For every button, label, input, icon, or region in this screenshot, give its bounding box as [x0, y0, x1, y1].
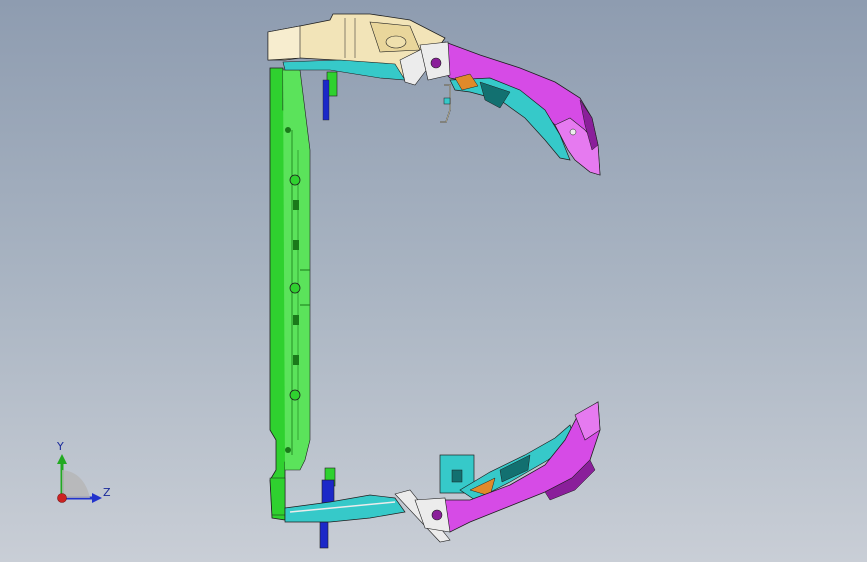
top-blue-tab[interactable]: [322, 79, 330, 121]
triad-y-label: Y: [56, 440, 64, 453]
triad-x-axis: [57, 493, 67, 503]
bottom-green-foot[interactable]: [269, 477, 286, 516]
graphics-viewport[interactable]: Y Z: [0, 0, 867, 562]
triad-plane-shade: [62, 470, 90, 498]
orientation-triad: Y Z: [56, 440, 111, 503]
green-frame-rail[interactable]: [269, 67, 338, 521]
triad-z-label: Z: [103, 486, 111, 499]
assembly-model[interactable]: [0, 0, 867, 562]
top-magenta-fascia[interactable]: [419, 41, 601, 176]
